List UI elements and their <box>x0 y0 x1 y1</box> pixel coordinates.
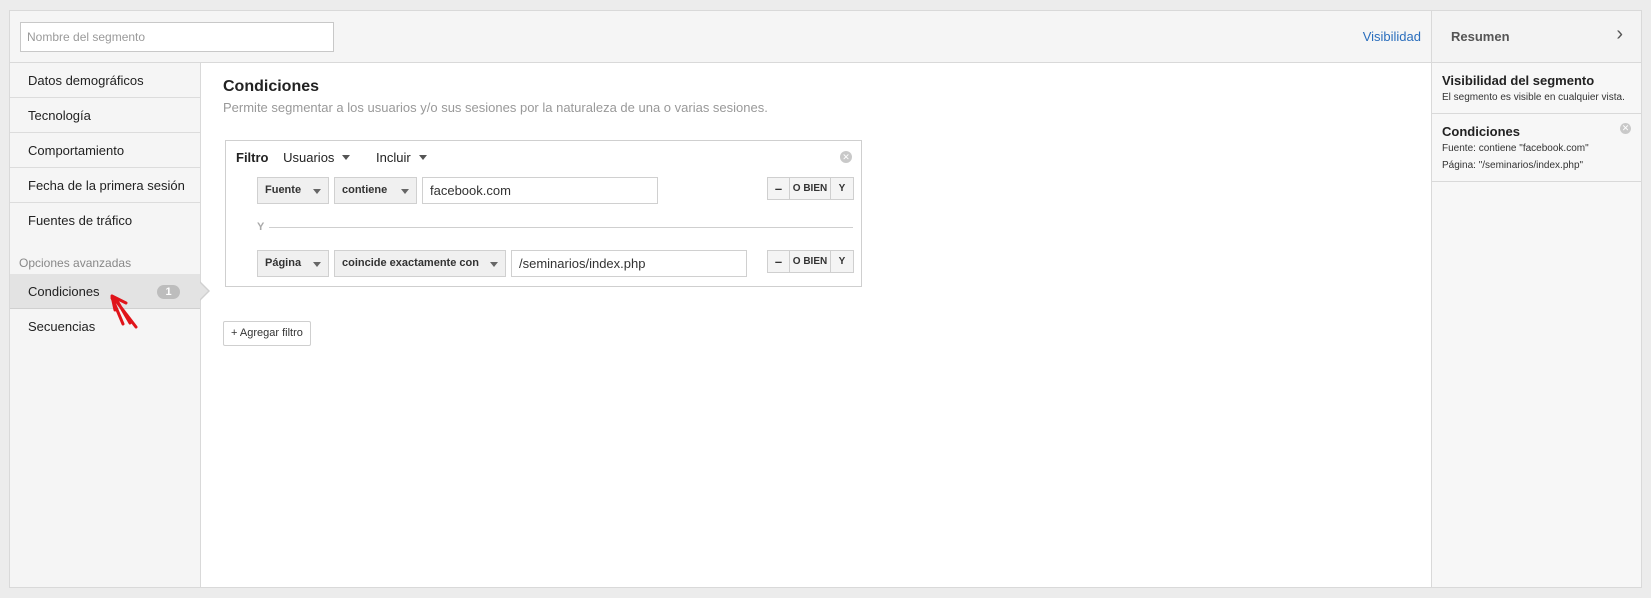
summary-panel: Resumen › Visibilidad del segmento El se… <box>1431 11 1641 587</box>
operator-select-label: contiene <box>342 184 388 196</box>
and-separator: Y <box>257 220 853 234</box>
annotation-arrow-icon <box>110 294 138 329</box>
include-dropdown[interactable]: Incluir <box>376 150 427 165</box>
condition-row: Fuente contiene facebook.com – O BIEN Y <box>257 177 854 205</box>
conditions-count-badge: 1 <box>157 285 180 299</box>
scope-dropdown[interactable]: Usuarios <box>283 150 351 165</box>
summary-title: Resumen <box>1451 29 1510 44</box>
caret-down-icon <box>313 262 321 267</box>
segment-sidebar: Datos demográficos Tecnología Comportami… <box>10 63 210 587</box>
caret-down-icon <box>490 262 498 267</box>
dimension-select[interactable]: Fuente <box>257 177 329 204</box>
filter-card: Filtro Usuarios Incluir ✕ Fuente contien… <box>225 140 862 287</box>
include-dropdown-label: Incluir <box>376 150 411 165</box>
condition-value-input[interactable]: facebook.com <box>422 177 658 204</box>
filter-label: Filtro <box>236 150 269 165</box>
page-title: Condiciones <box>223 78 320 95</box>
filter-header: Filtro Usuarios Incluir <box>236 150 449 165</box>
visibility-link[interactable]: Visibilidad <box>1363 29 1421 44</box>
segment-header-bar: Visibilidad <box>10 11 1431 63</box>
close-icon[interactable]: ✕ <box>840 151 852 163</box>
remove-condition-button[interactable]: – <box>768 178 790 199</box>
summary-visibility-heading: Visibilidad del segmento <box>1442 73 1595 88</box>
scope-dropdown-label: Usuarios <box>283 150 335 165</box>
or-button[interactable]: O BIEN <box>790 251 831 272</box>
sidebar-item-behavior[interactable]: Comportamiento <box>10 133 200 168</box>
sidebar-item-technology[interactable]: Tecnología <box>10 98 200 133</box>
chevron-right-icon[interactable]: › <box>1616 23 1623 46</box>
summary-header[interactable]: Resumen › <box>1432 11 1641 63</box>
condition-row: Página coincide exactamente con /seminar… <box>257 250 854 278</box>
operator-select[interactable]: coincide exactamente con <box>334 250 506 277</box>
close-icon[interactable]: ✕ <box>1620 123 1631 134</box>
segment-name-input[interactable] <box>20 22 334 52</box>
page-description: Permite segmentar a los usuarios y/o sus… <box>223 100 768 115</box>
advanced-options-heading: Opciones avanzadas <box>19 256 132 270</box>
caret-down-icon <box>418 155 427 160</box>
and-button[interactable]: Y <box>831 178 853 199</box>
sidebar-item-traffic-sources[interactable]: Fuentes de tráfico <box>10 203 200 238</box>
sidebar-item-demographics[interactable]: Datos demográficos <box>10 63 200 98</box>
and-button[interactable]: Y <box>831 251 853 272</box>
caret-down-icon <box>313 189 321 194</box>
conditions-panel: Condiciones Permite segmentar a los usua… <box>201 63 1431 587</box>
summary-visibility: Visibilidad del segmento El segmento es … <box>1432 63 1641 114</box>
caret-down-icon <box>342 155 351 160</box>
condition-value-input[interactable]: /seminarios/index.php <box>511 250 747 277</box>
sidebar-item-first-session-date[interactable]: Fecha de la primera sesión <box>10 168 200 203</box>
sidebar-item-sequences[interactable]: Secuencias <box>10 309 200 344</box>
summary-conditions-heading: Condiciones <box>1442 124 1521 139</box>
segment-editor: Visibilidad Datos demográficos Tecnologí… <box>9 10 1642 588</box>
summary-conditions: Condiciones ✕ Fuente: contiene "facebook… <box>1432 114 1641 182</box>
sidebar-item-conditions[interactable]: Condiciones 1 <box>10 274 210 309</box>
dimension-select-label: Fuente <box>265 184 302 196</box>
condition-buttons: – O BIEN Y <box>767 177 854 200</box>
sidebar-item-label: Condiciones <box>28 284 100 299</box>
dimension-select-label: Página <box>265 257 302 269</box>
summary-condition-line: Fuente: contiene "facebook.com" <box>1442 143 1589 154</box>
dimension-select[interactable]: Página <box>257 250 329 277</box>
summary-visibility-text: El segmento es visible en cualquier vist… <box>1442 92 1625 103</box>
condition-buttons: – O BIEN Y <box>767 250 854 273</box>
remove-condition-button[interactable]: – <box>768 251 790 272</box>
summary-condition-line: Página: "/seminarios/index.php" <box>1442 160 1584 171</box>
add-filter-button[interactable]: + Agregar filtro <box>223 321 311 346</box>
operator-select[interactable]: contiene <box>334 177 417 204</box>
separator-line <box>269 227 853 228</box>
caret-down-icon <box>401 189 409 194</box>
operator-select-label: coincide exactamente con <box>342 257 479 269</box>
and-separator-label: Y <box>257 221 265 233</box>
or-button[interactable]: O BIEN <box>790 178 831 199</box>
